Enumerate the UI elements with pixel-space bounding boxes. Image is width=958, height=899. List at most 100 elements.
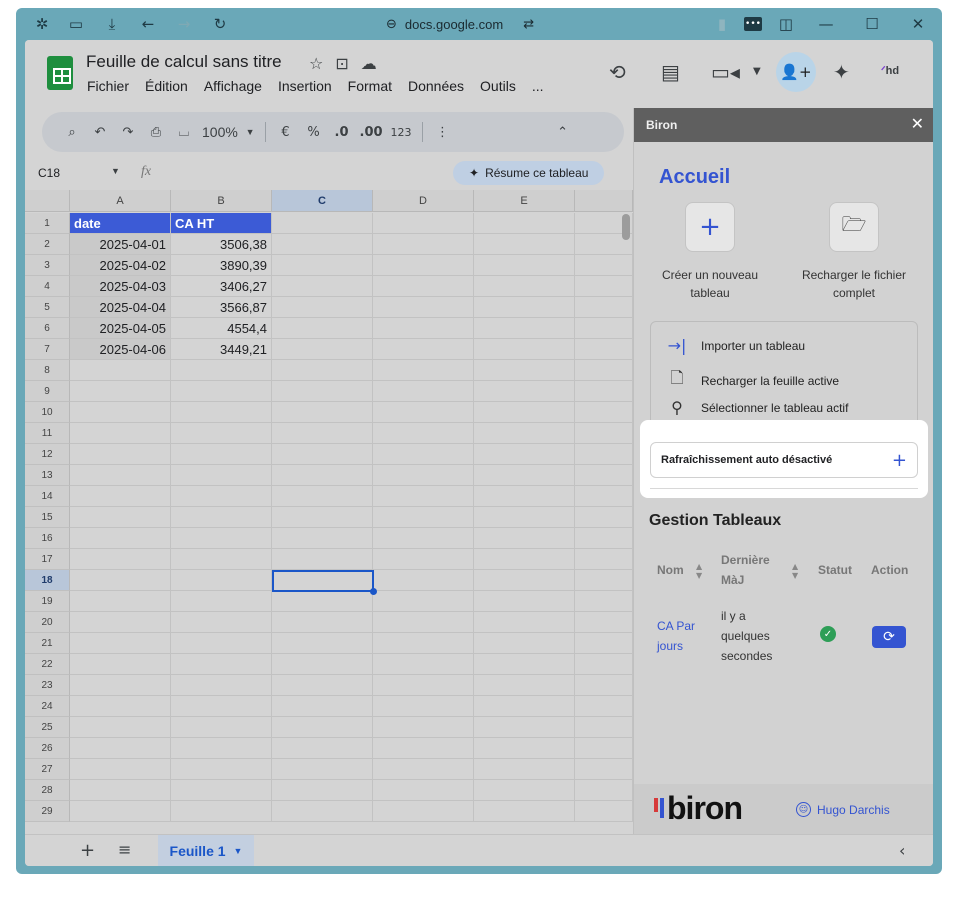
cell[interactable]	[373, 360, 474, 381]
cell[interactable]	[474, 486, 575, 507]
cell[interactable]	[575, 381, 633, 402]
cell[interactable]: 4554,4	[171, 318, 272, 339]
cell[interactable]: 2025-04-01	[70, 234, 171, 255]
sheet-tab-feuille-1[interactable]: Feuille 1 ▼	[158, 835, 254, 866]
cell[interactable]	[272, 276, 373, 297]
row-header[interactable]: 27	[25, 759, 70, 780]
cell[interactable]	[575, 360, 633, 381]
cell[interactable]	[474, 234, 575, 255]
sort-maj-icon[interactable]: ▲ ▼	[792, 562, 798, 580]
cell[interactable]	[474, 612, 575, 633]
row-header[interactable]: 7	[25, 339, 70, 360]
row-header[interactable]: 18	[25, 570, 70, 591]
cell[interactable]	[272, 297, 373, 318]
cell[interactable]	[474, 255, 575, 276]
cell[interactable]	[171, 801, 272, 822]
cell[interactable]	[70, 633, 171, 654]
cell[interactable]	[171, 507, 272, 528]
hd-extension-icon[interactable]: ᐟhd	[881, 64, 899, 77]
cell[interactable]	[575, 801, 633, 822]
cell[interactable]	[272, 255, 373, 276]
cell[interactable]	[373, 423, 474, 444]
menu-format[interactable]: Format	[348, 78, 392, 94]
document-title[interactable]: Feuille de calcul sans titre	[86, 52, 282, 72]
reload-sheet-action[interactable]: 🗋 Recharger la feuille active	[667, 367, 840, 394]
all-sheets-icon[interactable]: ≡	[118, 840, 131, 859]
cell[interactable]	[171, 528, 272, 549]
cell[interactable]	[272, 507, 373, 528]
row-header[interactable]: 24	[25, 696, 70, 717]
cell[interactable]	[575, 255, 633, 276]
download-icon[interactable]: ⤓	[102, 14, 122, 34]
selected-cell-outline[interactable]	[272, 570, 374, 592]
cell[interactable]	[70, 381, 171, 402]
cell[interactable]	[70, 675, 171, 696]
column-header[interactable]: D	[373, 190, 474, 212]
cell[interactable]	[575, 528, 633, 549]
cell[interactable]	[70, 528, 171, 549]
cell[interactable]	[70, 549, 171, 570]
row-header[interactable]: 14	[25, 486, 70, 507]
cell[interactable]	[575, 612, 633, 633]
cell[interactable]	[171, 486, 272, 507]
cell[interactable]	[474, 318, 575, 339]
cell[interactable]	[171, 465, 272, 486]
cell[interactable]	[474, 276, 575, 297]
cell[interactable]	[171, 738, 272, 759]
cell[interactable]	[373, 549, 474, 570]
cell[interactable]	[70, 759, 171, 780]
cell[interactable]	[373, 213, 474, 234]
cell[interactable]	[171, 444, 272, 465]
number-format-button[interactable]: 123	[387, 118, 416, 146]
menu-more[interactable]: ...	[532, 78, 544, 94]
cell[interactable]	[171, 402, 272, 423]
menu-donnees[interactable]: Données	[408, 78, 464, 94]
cell[interactable]	[575, 717, 633, 738]
cell[interactable]	[171, 759, 272, 780]
cell[interactable]	[575, 423, 633, 444]
row-header[interactable]: 12	[25, 444, 70, 465]
cell[interactable]	[272, 675, 373, 696]
select-all-corner[interactable]	[25, 190, 70, 212]
cell[interactable]	[373, 276, 474, 297]
cell[interactable]	[70, 717, 171, 738]
cell[interactable]	[373, 570, 474, 591]
reload-file-button[interactable]: 🗁	[829, 202, 879, 252]
cell[interactable]	[70, 402, 171, 423]
cell[interactable]	[70, 738, 171, 759]
row-header[interactable]: 20	[25, 612, 70, 633]
share-button[interactable]: 👤+	[776, 52, 816, 92]
cell[interactable]	[70, 444, 171, 465]
cell[interactable]	[474, 591, 575, 612]
cell[interactable]	[70, 801, 171, 822]
row-header[interactable]: 22	[25, 654, 70, 675]
search-menus-icon[interactable]: ⌕	[58, 118, 86, 146]
cell[interactable]	[70, 696, 171, 717]
cell[interactable]	[474, 339, 575, 360]
paint-format-icon[interactable]: ⌴	[170, 118, 198, 146]
cell[interactable]	[272, 465, 373, 486]
cell[interactable]	[575, 570, 633, 591]
cell[interactable]	[474, 633, 575, 654]
column-header[interactable]: A	[70, 190, 171, 212]
cell[interactable]	[373, 801, 474, 822]
col-header-maj[interactable]: Dernière MàJ	[721, 550, 770, 590]
row-header[interactable]: 17	[25, 549, 70, 570]
meet-dropdown-icon[interactable]: ▼	[753, 66, 761, 77]
back-icon[interactable]: ←	[138, 14, 158, 34]
row-header[interactable]: 16	[25, 528, 70, 549]
row-header[interactable]: 11	[25, 423, 70, 444]
decrease-decimal-button[interactable]: .0	[328, 118, 356, 146]
row-header[interactable]: 28	[25, 780, 70, 801]
cell[interactable]	[575, 297, 633, 318]
cell[interactable]: 2025-04-05	[70, 318, 171, 339]
star-icon[interactable]: ☆	[309, 54, 323, 73]
cell[interactable]	[474, 528, 575, 549]
zoom-select[interactable]: 100% ▼	[198, 118, 259, 146]
fill-handle[interactable]	[370, 588, 377, 595]
cell[interactable]	[373, 234, 474, 255]
sidebar-toggle-icon[interactable]: ▭	[66, 14, 86, 34]
cell[interactable]: 3566,87	[171, 297, 272, 318]
name-box[interactable]: C18	[38, 166, 60, 180]
menu-outils[interactable]: Outils	[480, 78, 516, 94]
